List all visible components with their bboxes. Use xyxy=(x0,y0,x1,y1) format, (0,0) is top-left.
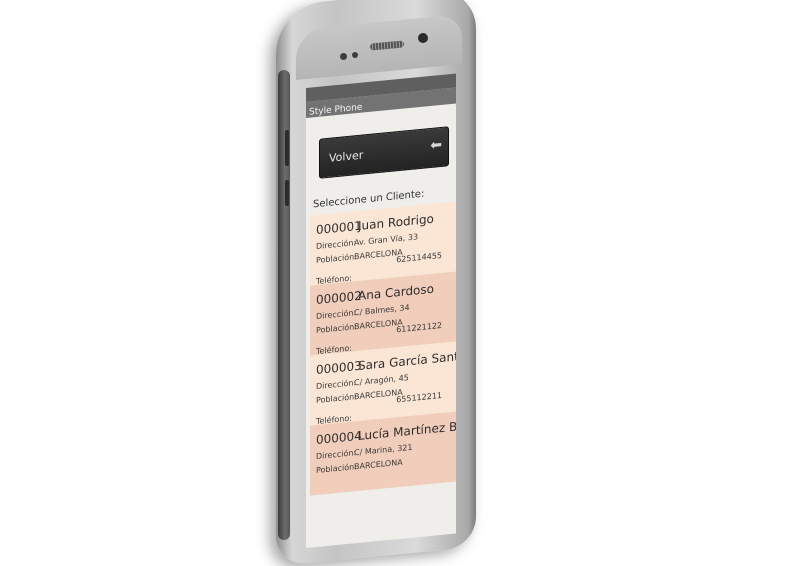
phone-screen: Style Phone Volver ⬅ Seleccione un Clien… xyxy=(306,73,456,548)
back-button[interactable]: Volver ⬅ xyxy=(319,126,449,179)
address-label: Dirección: xyxy=(316,378,357,392)
address-label: Dirección: xyxy=(316,238,357,252)
client-address: Av. Gran Vía, 33 xyxy=(354,232,419,248)
volume-button[interactable] xyxy=(285,130,289,166)
client-code: 000003 xyxy=(316,358,362,378)
client-address: C/ Aragón, 45 xyxy=(354,373,409,388)
city-label: Población: xyxy=(316,392,357,406)
side-button[interactable] xyxy=(285,180,289,206)
client-code: 000004 xyxy=(316,428,362,448)
client-code: 000001 xyxy=(316,218,362,238)
client-code: 000002 xyxy=(316,288,362,308)
client-city: BARCELONA xyxy=(354,457,403,472)
client-list: 000001Juan Rodrigo Dirección:Av. Gran Ví… xyxy=(310,201,456,496)
back-button-label: Volver xyxy=(329,148,364,165)
address-label: Dirección: xyxy=(316,448,357,462)
client-name: Ana Cardoso xyxy=(358,281,434,303)
client-row[interactable]: 000004Lucía Martínez Baena Dirección:C/ … xyxy=(310,411,456,496)
client-name: Juan Rodrigo xyxy=(358,211,434,233)
client-address: C/ Balmes, 34 xyxy=(354,303,410,318)
front-camera-icon xyxy=(418,33,428,43)
back-arrow-icon: ⬅ xyxy=(430,136,442,155)
sensor-dot-icon xyxy=(340,53,347,60)
city-label: Población: xyxy=(316,252,357,266)
address-label: Dirección: xyxy=(316,308,357,322)
client-address: C/ Marina, 321 xyxy=(354,442,413,458)
city-label: Población: xyxy=(316,322,357,336)
sensor-dot-icon xyxy=(352,52,358,58)
city-label: Población: xyxy=(316,462,357,476)
